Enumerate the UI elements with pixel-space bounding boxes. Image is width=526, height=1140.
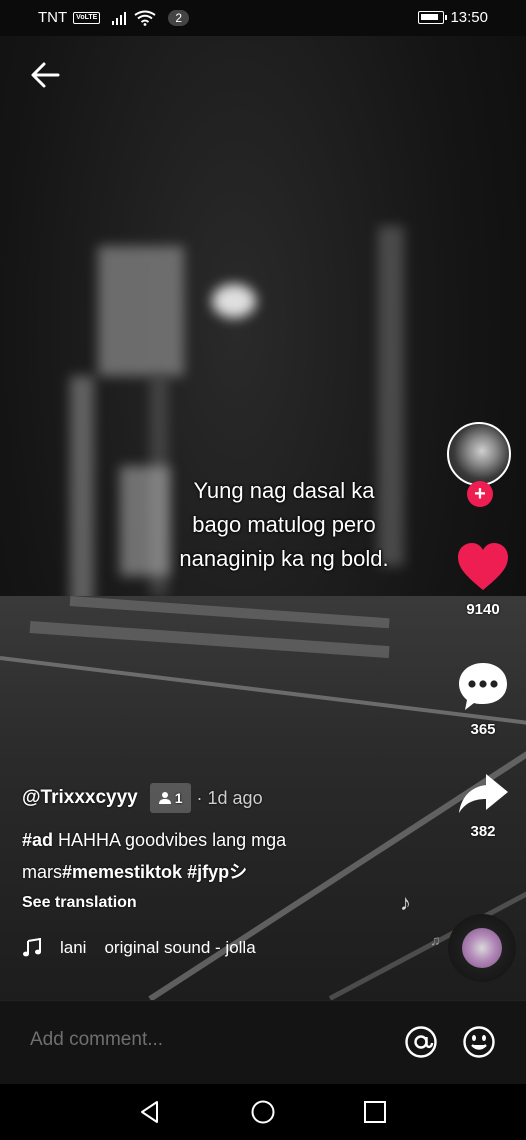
follow-button[interactable]: + — [467, 481, 493, 507]
back-arrow-icon[interactable] — [28, 58, 62, 92]
username-link[interactable]: @Trixxxcyyy — [22, 787, 138, 809]
tiktok-video-screen: TNT VoLTE 2 13:50 Yung nag dasal ka bago… — [0, 0, 526, 1140]
caption-text: HAHHA goodvibes lang mga — [53, 830, 287, 850]
carrier-label: TNT — [38, 9, 68, 26]
billboard — [98, 246, 184, 376]
hashtag-link[interactable]: #ad — [22, 830, 53, 850]
person-icon — [158, 792, 171, 804]
hashtag-link[interactable]: #memestiktok — [62, 862, 182, 882]
sound-row[interactable]: lani original sound - jolla — [22, 938, 302, 958]
friends-badge: 1 — [149, 783, 191, 813]
post-info: @Trixxxcyyy 1 · 1d ago #ad HAHHA goodvib… — [22, 782, 442, 918]
sound-cover — [462, 928, 502, 968]
status-bar: TNT VoLTE 2 13:50 — [0, 0, 526, 36]
sound-artist: lani — [60, 938, 87, 957]
overlay-line: nanaginip ka ng bold. — [179, 546, 389, 571]
share-button[interactable]: 382 — [440, 772, 526, 840]
author-row: @Trixxxcyyy 1 · 1d ago — [22, 782, 442, 814]
smiley-icon[interactable] — [462, 1025, 496, 1059]
wifi-icon — [134, 10, 156, 26]
caption-text: mars — [22, 862, 62, 882]
comment-input[interactable]: Add comment... — [30, 1029, 330, 1051]
comment-button[interactable]: 365 — [440, 660, 526, 738]
volte-badge: VoLTE — [73, 11, 101, 24]
at-sign-icon[interactable] — [404, 1025, 438, 1059]
nav-recents-icon[interactable] — [363, 1100, 387, 1124]
sound-title: original sound - jolla — [104, 938, 256, 957]
status-left: TNT VoLTE 2 — [38, 9, 189, 26]
share-arrow-icon — [459, 774, 508, 813]
street-lamp — [212, 284, 256, 318]
comment-count: 365 — [470, 721, 496, 738]
video-text-overlay: Yung nag dasal ka bago matulog pero nana… — [150, 474, 418, 576]
comment-bar: Add comment... — [0, 1000, 526, 1084]
heart-icon — [458, 543, 508, 590]
clock: 13:50 — [450, 9, 488, 26]
music-note-icon: ♫ — [430, 932, 441, 948]
notification-badge: 2 — [168, 9, 189, 26]
share-count: 382 — [470, 823, 496, 840]
hashtag-link[interactable]: #jfypシ — [182, 862, 247, 882]
overlay-line: bago matulog pero — [192, 512, 376, 537]
status-right: 13:50 — [418, 9, 488, 26]
speech-bubble-icon — [459, 663, 507, 710]
system-nav-bar — [0, 1084, 526, 1140]
billboard-pole — [70, 376, 94, 606]
nav-back-icon[interactable] — [138, 1100, 162, 1124]
signal-icon — [112, 11, 127, 25]
sound-disc[interactable] — [448, 914, 516, 982]
caption-line: mars#memestiktok #jfypシ — [22, 856, 442, 888]
music-note-icon — [23, 938, 41, 957]
nav-home-icon[interactable] — [251, 1100, 275, 1124]
music-note-icon: ♪ — [400, 890, 411, 915]
friends-count: 1 — [174, 790, 183, 806]
post-caption: #ad HAHHA goodvibes lang mga mars#memest… — [22, 824, 442, 888]
creator-avatar[interactable] — [447, 422, 511, 486]
caption-line: #ad HAHHA goodvibes lang mga — [22, 824, 442, 856]
overlay-line: Yung nag dasal ka — [193, 478, 375, 503]
battery-icon — [418, 11, 448, 24]
post-time: · 1d ago — [196, 787, 263, 808]
like-count: 9140 — [466, 601, 500, 618]
like-button[interactable]: 9140 — [440, 542, 526, 618]
see-translation-link[interactable]: See translation — [22, 894, 442, 918]
